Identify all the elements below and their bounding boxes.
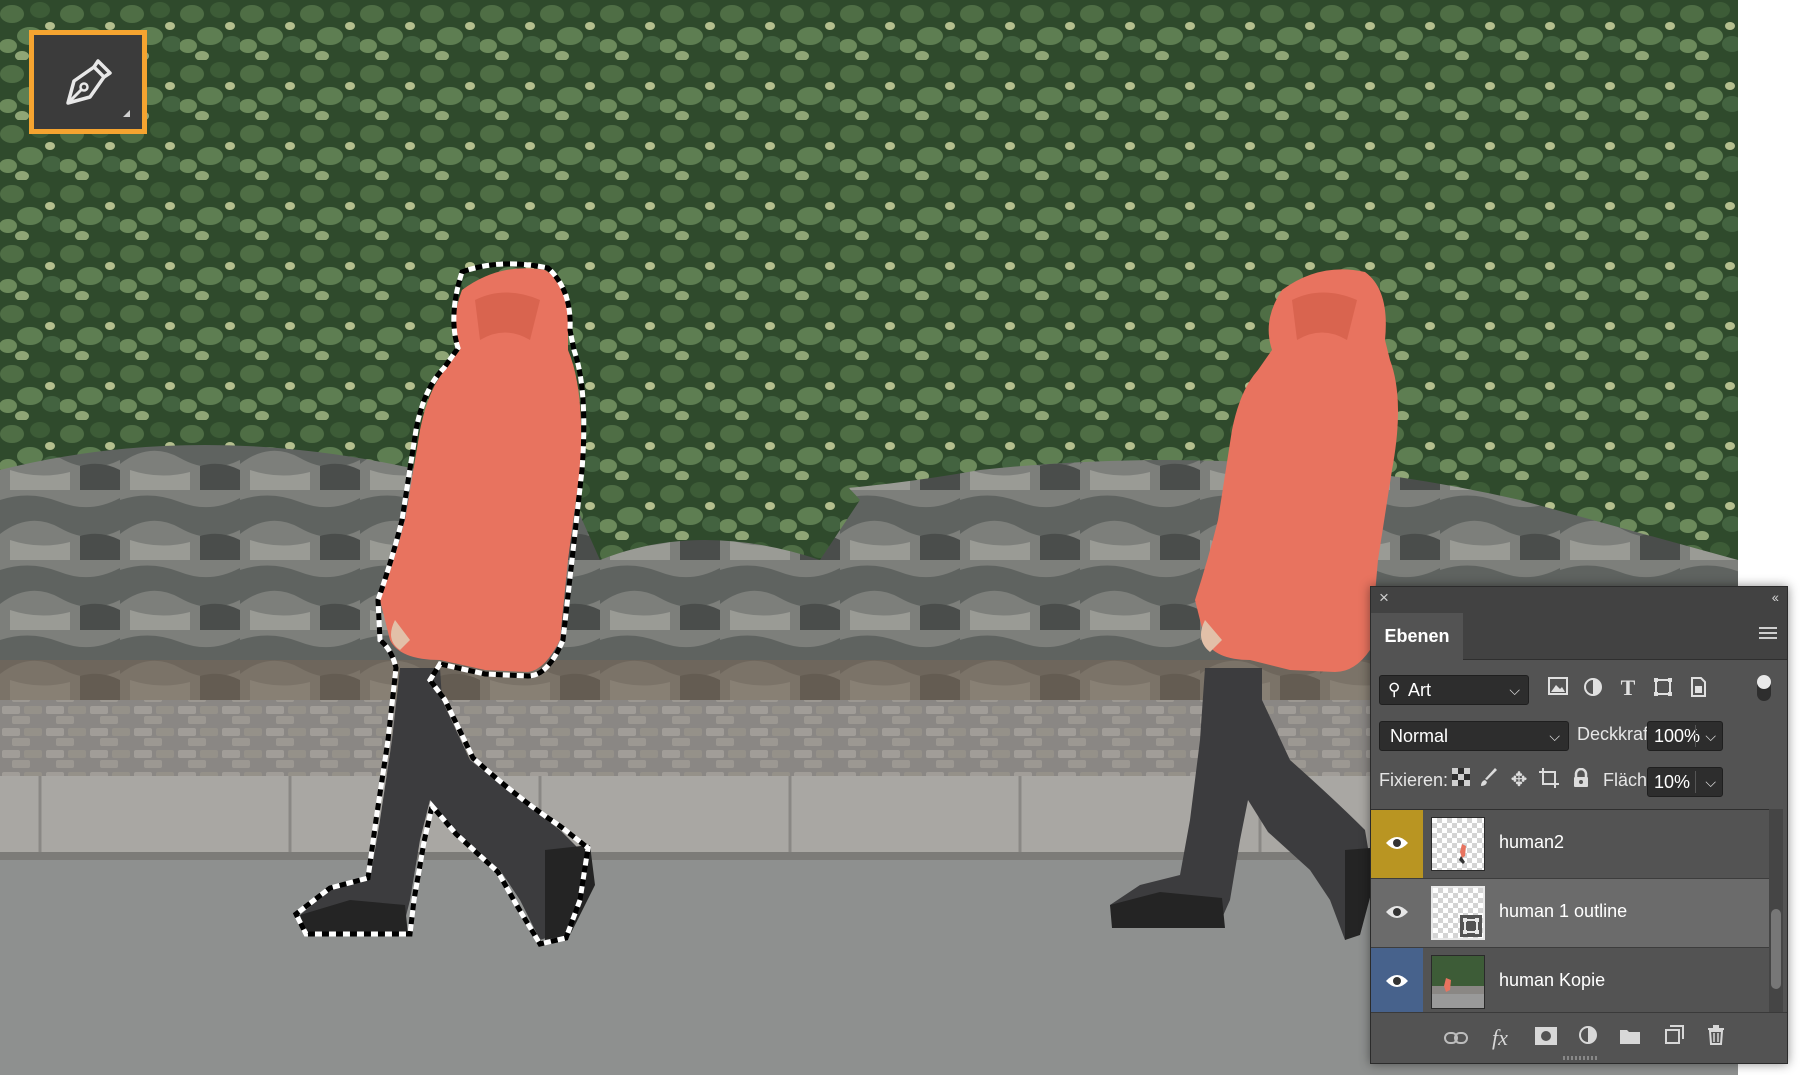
- trash-icon[interactable]: [1703, 1025, 1729, 1051]
- folder-icon[interactable]: [1617, 1025, 1643, 1051]
- lock-artboard-icon[interactable]: [1537, 768, 1561, 792]
- chevron-down-icon[interactable]: ⌵: [1705, 768, 1716, 796]
- blend-mode-select[interactable]: Normal ⌵: [1379, 721, 1569, 751]
- opacity-label: Deckkraft:: [1577, 724, 1659, 744]
- blend-row: Normal ⌵ Deckkraft: 100% ⌵: [1379, 719, 1779, 753]
- close-icon[interactable]: ×: [1379, 588, 1389, 608]
- layer-thumbnail: [1431, 955, 1485, 1009]
- fill-value: 10%: [1654, 772, 1691, 792]
- fill-field[interactable]: 10% ⌵: [1647, 767, 1723, 797]
- panel-header: × ‹‹: [1371, 587, 1787, 613]
- image-filter-icon[interactable]: [1547, 677, 1569, 699]
- lock-move-icon[interactable]: ✥: [1507, 768, 1531, 792]
- chevron-down-icon: ⌵: [1549, 728, 1560, 744]
- new-layer-icon[interactable]: [1661, 1025, 1687, 1051]
- tab-layers[interactable]: Ebenen: [1371, 613, 1463, 660]
- vector-mask-icon: [1460, 915, 1482, 937]
- tool-flyout-indicator: [123, 110, 130, 117]
- eye-icon: [1386, 975, 1408, 987]
- layer-thumbnail: [1431, 886, 1485, 940]
- smart-object-filter-icon[interactable]: [1687, 677, 1709, 699]
- panel-tabbar: Ebenen: [1371, 613, 1787, 660]
- link-icon[interactable]: [1443, 1025, 1469, 1051]
- layer-name: human 1 outline: [1499, 901, 1628, 921]
- pen-tool-icon: [66, 59, 112, 105]
- lock-brush-icon[interactable]: [1477, 768, 1501, 792]
- layer-human-1-outline[interactable]: human 1 outline: [1371, 879, 1771, 948]
- filter-toggle[interactable]: [1757, 675, 1771, 701]
- shape-filter-icon[interactable]: [1652, 677, 1674, 699]
- filter-kind-value: Art: [1408, 680, 1432, 700]
- opacity-field[interactable]: 100% ⌵: [1647, 721, 1723, 751]
- chevron-down-icon[interactable]: ⌵: [1705, 722, 1716, 750]
- opacity-value: 100%: [1654, 726, 1701, 746]
- collapse-icon[interactable]: ‹‹: [1772, 589, 1779, 605]
- eye-icon: [1386, 837, 1408, 849]
- visibility-toggle[interactable]: [1371, 948, 1423, 1016]
- layer-human-kopie[interactable]: human Kopie: [1371, 948, 1771, 1017]
- layer-name: human2: [1499, 832, 1565, 852]
- blend-mode-value: Normal: [1390, 726, 1449, 746]
- lock-row: Fixieren: ✥ Fläche: 10% ⌵: [1379, 765, 1779, 799]
- lock-label: Fixieren:: [1379, 770, 1449, 790]
- layers-scrollbar[interactable]: [1769, 809, 1783, 1012]
- type-filter-icon[interactable]: T: [1617, 677, 1639, 699]
- fx-icon[interactable]: fx: [1487, 1025, 1513, 1051]
- lock-all-icon[interactable]: [1569, 767, 1593, 792]
- adjustment-icon[interactable]: [1575, 1025, 1601, 1051]
- visibility-toggle[interactable]: [1371, 810, 1423, 878]
- chevron-down-icon: ⌵: [1509, 682, 1520, 698]
- layer-name: human Kopie: [1499, 970, 1606, 990]
- layers-toolbar: fx: [1371, 1012, 1787, 1063]
- pen-tool-button[interactable]: [29, 30, 147, 134]
- adjustment-filter-icon[interactable]: [1582, 677, 1604, 699]
- layer-filter-row: ⚲ Art ⌵ T: [1379, 673, 1779, 707]
- eye-icon: [1386, 906, 1408, 918]
- panel-menu-icon[interactable]: [1759, 627, 1777, 642]
- visibility-toggle[interactable]: [1371, 879, 1423, 947]
- layer-human2[interactable]: human2: [1371, 810, 1771, 879]
- filter-kind-select[interactable]: ⚲ Art ⌵: [1379, 675, 1529, 705]
- layer-thumbnail: [1431, 817, 1485, 871]
- layers-list: human2 human 1 outline human Kopie: [1371, 809, 1771, 1017]
- resize-grip[interactable]: [1563, 1056, 1597, 1060]
- layers-panel: × ‹‹ Ebenen ⚲ Art ⌵ T Normal ⌵ Deckkraft…: [1370, 586, 1788, 1064]
- mask-icon[interactable]: [1533, 1025, 1559, 1051]
- lock-transparency-icon[interactable]: [1449, 768, 1473, 792]
- search-icon: ⚲: [1388, 680, 1401, 699]
